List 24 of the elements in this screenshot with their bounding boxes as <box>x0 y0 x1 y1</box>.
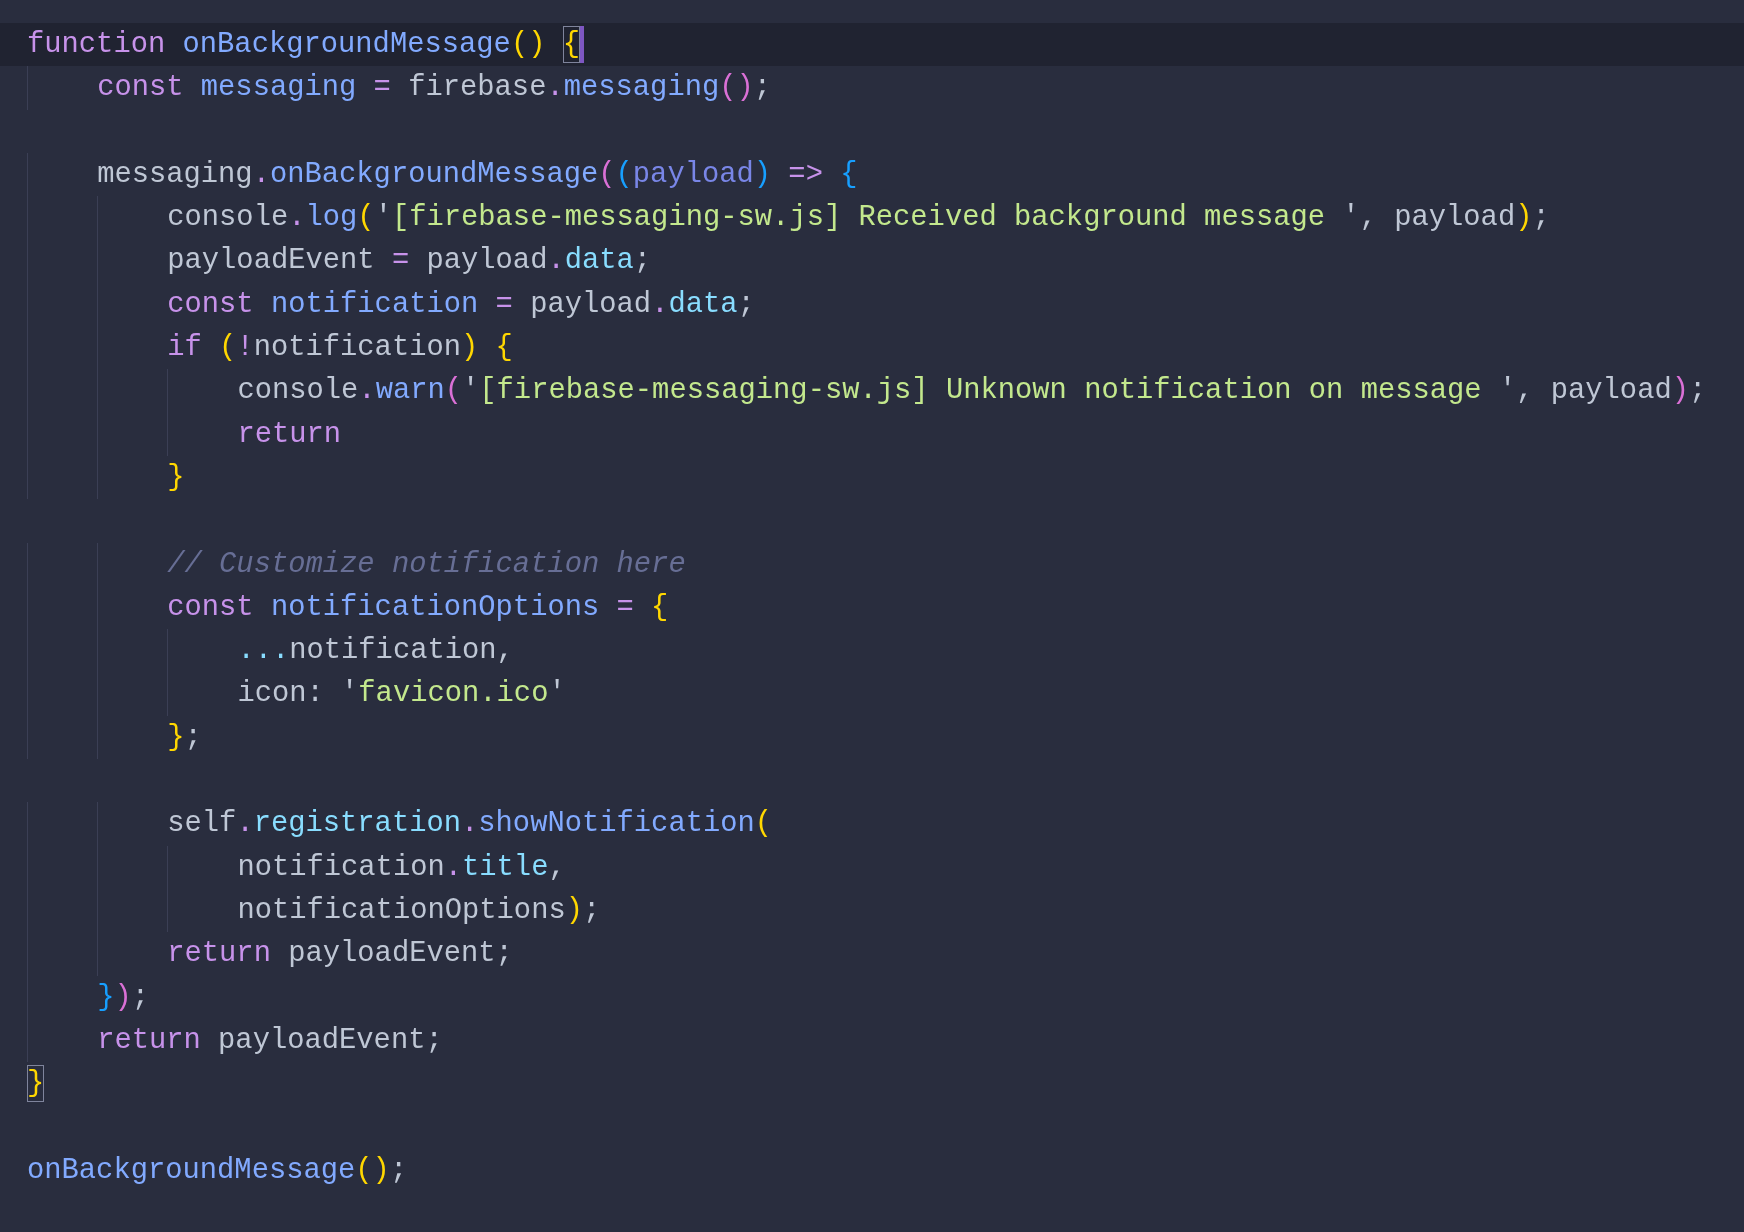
code-line: const notification = payload.data; <box>27 282 755 327</box>
code-line: onBackgroundMessage(); <box>27 1152 408 1189</box>
code-line: if (!notification) { <box>27 326 513 370</box>
code-line: const notificationOptions = { <box>27 585 669 630</box>
code-line: function onBackgroundMessage() { <box>27 25 580 65</box>
code-line: icon: 'favicon.ico' <box>27 672 566 716</box>
code-line: console.warn('[firebase-messaging-sw.js] Unknown notification on message ', payload); <box>27 369 1707 413</box>
code-line: } <box>27 455 185 500</box>
code-line: return payloadEvent; <box>27 1018 443 1063</box>
code-line: }); <box>27 975 149 1019</box>
code-line: }; <box>27 715 202 760</box>
code-line: return <box>27 412 342 456</box>
code-line: notification.title, <box>27 845 566 889</box>
code-line: // Customize notification here <box>27 542 686 586</box>
code-line: messaging.onBackgroundMessage((payload) => { <box>27 152 858 197</box>
code-line: payloadEvent = payload.data; <box>27 239 652 283</box>
code-line: self.registration.showNotification( <box>27 802 773 846</box>
code-line: return payloadEvent; <box>27 932 513 976</box>
code-line: const messaging = firebase.messaging(); <box>27 66 772 110</box>
code-line: console.log('[firebase-messaging-sw.js] Received background message ', payload); <box>27 196 1550 240</box>
code-line: ...notification, <box>27 629 514 673</box>
text-cursor <box>580 26 584 64</box>
code-line: } <box>27 1064 45 1105</box>
code-line: notificationOptions); <box>27 888 601 933</box>
